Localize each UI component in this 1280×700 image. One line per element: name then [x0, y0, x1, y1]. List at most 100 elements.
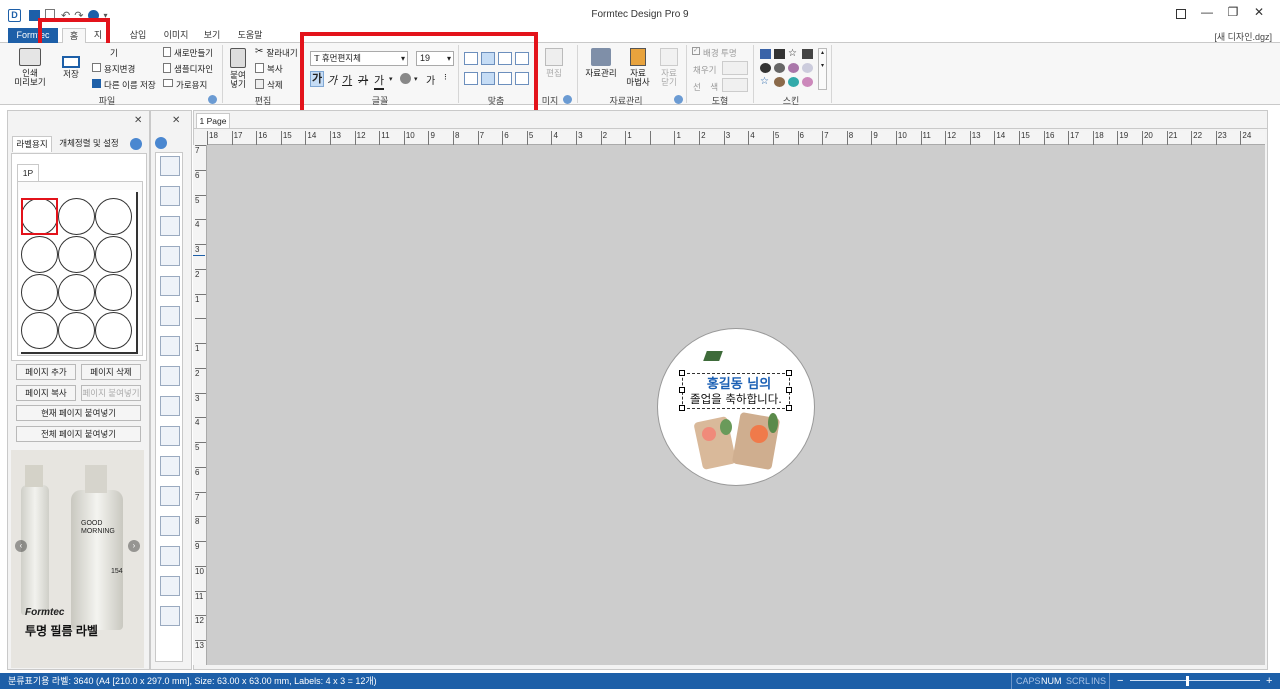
label-circle[interactable]: 홍길동 님의 졸업을 축하합니다. — [658, 329, 814, 485]
photo-tool-icon[interactable] — [160, 546, 180, 566]
file-group-expand-icon[interactable] — [208, 95, 217, 104]
skin-circle-purple-icon[interactable] — [788, 63, 799, 73]
image-group-expand-icon[interactable] — [563, 95, 572, 104]
close-button[interactable]: ✕ — [1246, 5, 1272, 25]
select-tool-icon[interactable] — [160, 156, 180, 176]
text-style-tool-icon[interactable] — [160, 306, 180, 326]
label-circle-thumb[interactable] — [58, 312, 95, 349]
toolbox-nav-icon[interactable] — [155, 137, 167, 149]
table-tool-icon[interactable] — [160, 456, 180, 476]
skin-star-icon[interactable]: ☆ — [788, 49, 799, 59]
save-as-button[interactable]: 다른 이름 저장 — [92, 79, 156, 91]
skin-circle-gray-icon[interactable] — [774, 63, 785, 73]
label-text-name[interactable]: 홍길동 님의 — [694, 373, 784, 392]
label-circle-thumb[interactable] — [58, 198, 95, 235]
tab-view[interactable]: 보기 — [200, 28, 224, 43]
tab-label-paper[interactable]: 라벨용지 — [12, 136, 52, 152]
zoom-slider-thumb[interactable] — [1186, 676, 1189, 686]
tab-image[interactable]: 이미지 — [160, 28, 192, 43]
open-label[interactable]: 기 — [110, 47, 118, 59]
add-page-button[interactable]: 페이지 추가 — [16, 364, 76, 380]
vertical-text-tool-icon[interactable] — [160, 276, 180, 296]
tab-object-align[interactable]: 개체정렬 및 설정 — [54, 136, 124, 152]
status-divider — [1109, 673, 1110, 689]
barcode2-tool-icon[interactable] — [160, 396, 180, 416]
big-text-tool-icon[interactable] — [160, 516, 180, 536]
skin-circle-light-icon[interactable] — [802, 63, 813, 73]
label-circle-thumb[interactable] — [95, 198, 132, 235]
carousel-next-icon[interactable]: › — [128, 540, 140, 552]
data-manage-button[interactable]: 자료관리 — [583, 48, 619, 78]
zoom-out-button[interactable]: − — [1117, 673, 1123, 689]
skin-star-blue-icon[interactable]: ☆ — [760, 77, 771, 87]
label-text-congrats[interactable]: 졸업을 축하합니다. — [680, 391, 792, 407]
tab-page-1[interactable]: 1 Page — [196, 113, 230, 128]
ribbon-toggle-button[interactable] — [1168, 5, 1194, 25]
ruler-h-tick: 17 — [231, 131, 243, 145]
ruler-v-tick: 7 — [195, 491, 206, 502]
label-circle-thumb[interactable] — [95, 312, 132, 349]
skin-circle-pink-icon[interactable] — [802, 77, 813, 87]
minimize-button[interactable]: — — [1194, 5, 1220, 25]
copy-button[interactable]: 복사 — [255, 63, 283, 75]
paste-button[interactable]: 붙여 넣기 — [228, 48, 248, 89]
delete-button[interactable]: 삭제 — [255, 79, 283, 91]
paste-all-pages-button[interactable]: 전체 페이지 붙여넣기 — [16, 426, 141, 442]
resize-handle-tl[interactable] — [679, 370, 685, 376]
ad-banner[interactable]: GOOD MORNING 154 ‹ › Formtec 투명 필름 라벨 — [11, 450, 144, 668]
skin-circle-brown-icon[interactable] — [774, 77, 785, 87]
sample-design-button[interactable]: 샘플디자인 — [163, 63, 213, 75]
data-group-expand-icon[interactable] — [674, 95, 683, 104]
label-circle-thumb[interactable] — [21, 236, 58, 273]
label-circle-thumb[interactable] — [58, 236, 95, 273]
zoom-slider-track[interactable] — [1130, 680, 1260, 681]
shape-tool-icon[interactable] — [160, 186, 180, 206]
bg-transparent-checkbox[interactable]: ✓ 배경 투명 — [692, 47, 737, 59]
panel-nav-arrow-icon[interactable] — [130, 138, 142, 150]
data-close-button[interactable]: 자료 닫기 — [657, 48, 681, 87]
text-box-tool-icon[interactable] — [160, 216, 180, 236]
label-circle-thumb[interactable] — [21, 274, 58, 311]
left-panel-close-icon[interactable]: ✕ — [134, 115, 142, 126]
paste-current-page-button[interactable]: 현재 페이지 붙여넣기 — [16, 405, 141, 421]
cd-label-tool-icon[interactable] — [160, 606, 180, 626]
barcode-tool-icon[interactable] — [160, 366, 180, 386]
tab-insert[interactable]: 삽입 — [125, 28, 151, 43]
status-caps: CAPS — [1016, 676, 1041, 686]
restore-button[interactable]: ❐ — [1220, 5, 1246, 25]
label-circle-thumb[interactable] — [21, 312, 58, 349]
image-tool-icon[interactable] — [160, 426, 180, 446]
skin-circle-teal-icon[interactable] — [788, 77, 799, 87]
qrcode-tool-icon[interactable] — [160, 336, 180, 356]
paper-change-button[interactable]: 용지변경 — [92, 63, 135, 75]
tab-help[interactable]: 도움말 — [232, 28, 268, 43]
skin-dark-icon[interactable] — [774, 49, 785, 59]
skin-gallery-scroll[interactable]: ▴ ▾ — [818, 48, 827, 90]
page-tab-1p[interactable]: 1P — [17, 164, 39, 181]
image-edit-button[interactable]: 편집 — [543, 48, 565, 78]
cut-button[interactable]: ✂ 잘라내기 — [255, 47, 298, 59]
label-circle-thumb[interactable] — [95, 274, 132, 311]
skin-circle-dark-icon[interactable] — [760, 63, 771, 73]
toolbox-close-icon[interactable]: ✕ — [172, 115, 180, 126]
copy-page-button[interactable]: 페이지 복사 — [16, 385, 76, 401]
skin-dx-icon[interactable] — [802, 49, 813, 59]
print-preview-button[interactable]: 인쇄 미리보기 — [12, 48, 48, 87]
label-circle-thumb[interactable] — [58, 274, 95, 311]
landscape-button[interactable]: 가로용지 — [163, 79, 207, 91]
label-circle-thumb[interactable] — [95, 236, 132, 273]
resize-handle-tr[interactable] — [786, 370, 792, 376]
carousel-prev-icon[interactable]: ‹ — [15, 540, 27, 552]
new-button[interactable]: 새로만들기 — [163, 47, 213, 59]
save-button[interactable]: 저장 — [56, 56, 86, 79]
data-wizard-button[interactable]: 자료 마법사 — [624, 48, 652, 87]
skin-blue-icon[interactable] — [760, 49, 771, 59]
zoom-in-button[interactable]: + — [1266, 673, 1272, 689]
text-align-tool-icon[interactable] — [160, 246, 180, 266]
paste-page-button[interactable]: 페이지 붙여넣기 — [81, 385, 141, 401]
picture-tool-icon[interactable] — [160, 576, 180, 596]
delete-page-button[interactable]: 페이지 삭제 — [81, 364, 141, 380]
line-color-picker[interactable] — [722, 78, 748, 92]
fill-color-picker[interactable] — [722, 61, 748, 75]
list-tool-icon[interactable] — [160, 486, 180, 506]
